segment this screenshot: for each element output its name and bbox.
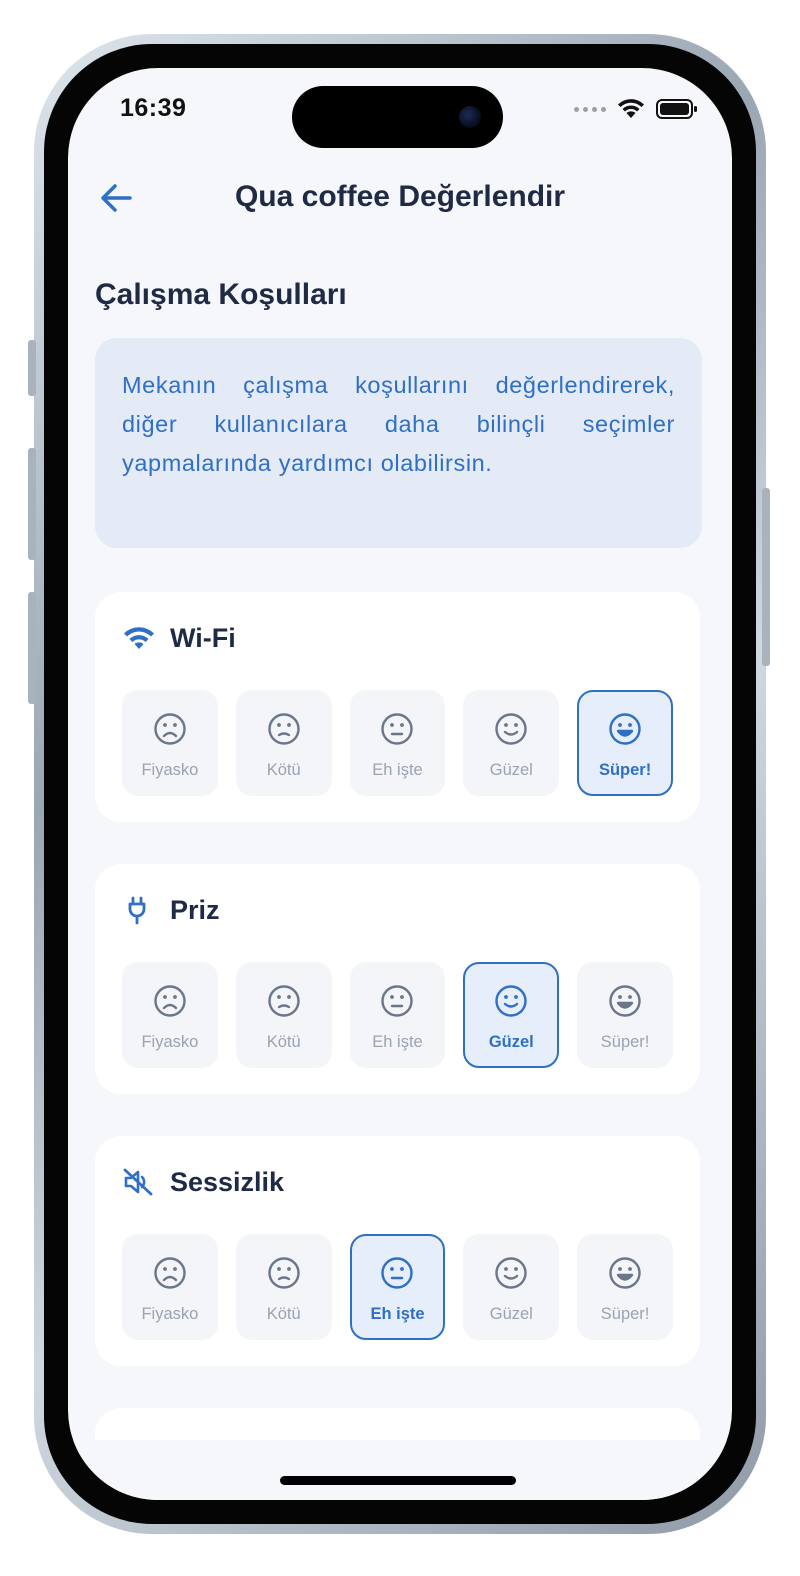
grin-face-icon <box>608 712 642 751</box>
volume-down-button <box>28 592 36 704</box>
grin-face-icon <box>608 1256 642 1295</box>
rating-option-label: Kötü <box>266 761 301 779</box>
rating-option-label: Süper! <box>598 761 652 779</box>
page-title: Qua coffee Değerlendir <box>234 180 566 213</box>
battery-icon <box>656 99 697 119</box>
rating-option-1[interactable]: Kötü <box>235 962 332 1068</box>
rating-option-0[interactable]: Fiyasko <box>122 690 218 796</box>
rating-option-label: Güzel <box>489 1305 533 1323</box>
card-title: Sessizlik <box>170 1166 285 1197</box>
frown-face-icon <box>267 984 301 1023</box>
rating-option-label: Fiyasko <box>141 1305 199 1323</box>
rating-option-2[interactable]: Eh işte <box>349 1234 446 1340</box>
neutral-face-icon <box>380 1256 414 1295</box>
rating-option-label: Fiyasko <box>141 761 199 779</box>
card-header: Wi-Fi <box>122 622 673 654</box>
dynamic-island <box>292 86 503 148</box>
rating-options: Fiyasko Kötü Eh işte Güzel Süper! <box>122 690 673 796</box>
sad-face-icon <box>153 712 187 751</box>
rating-option-3[interactable]: Güzel <box>463 690 560 796</box>
signal-dots-icon <box>574 106 606 112</box>
rating-content: Çalışma Koşulları Mekanın çalışma koşull… <box>95 278 702 1500</box>
rating-option-2[interactable]: Eh işte <box>349 690 446 796</box>
rating-option-label: Eh işte <box>372 1033 423 1051</box>
rating-option-label: Eh işte <box>370 1305 425 1323</box>
plug-icon <box>122 894 158 926</box>
rating-option-label: Güzel <box>489 761 533 779</box>
status-icons <box>574 98 698 120</box>
rating-option-2[interactable]: Eh işte <box>349 962 446 1068</box>
mute-icon <box>122 1166 158 1198</box>
volume-up-button <box>28 448 36 560</box>
rating-option-label: Eh işte <box>372 761 423 779</box>
section-title: Çalışma Koşulları <box>95 278 347 311</box>
smile-face-icon <box>494 712 528 751</box>
neutral-face-icon <box>380 712 414 751</box>
camera-icon <box>459 106 481 128</box>
wifi-icon <box>122 622 158 654</box>
rating-option-0[interactable]: Fiyasko <box>122 1234 218 1340</box>
action-button <box>28 340 36 396</box>
rating-option-4[interactable]: Süper! <box>577 962 673 1068</box>
rating-card-2: Sessizlik Fiyasko Kötü Eh işte Güzel Süper! <box>95 1136 700 1366</box>
sad-face-icon <box>153 1256 187 1295</box>
rating-option-3[interactable]: Güzel <box>463 962 560 1068</box>
rating-card-0: Wi-Fi Fiyasko Kötü Eh işte Güzel Süper! <box>95 592 700 822</box>
screen: 16:39 Qua coffee Değerlendir Çalışma Koş… <box>68 68 732 1500</box>
home-indicator[interactable] <box>280 1476 516 1485</box>
card-title: Wi-Fi <box>170 622 236 653</box>
power-button <box>762 488 770 666</box>
smile-face-icon <box>494 984 528 1023</box>
rating-option-label: Süper! <box>600 1305 650 1323</box>
rating-options: Fiyasko Kötü Eh işte Güzel Süper! <box>122 1234 673 1340</box>
card-header: Priz <box>122 894 673 926</box>
info-box: Mekanın çalışma koşullarını değerlendire… <box>95 338 702 548</box>
nav-bar: Qua coffee Değerlendir <box>68 168 732 224</box>
grin-face-icon <box>608 984 642 1023</box>
rating-option-label: Kötü <box>266 1305 301 1323</box>
card-title: Priz <box>170 894 220 925</box>
rating-option-4[interactable]: Süper! <box>577 690 673 796</box>
status-time: 16:39 <box>120 94 187 122</box>
rating-option-label: Fiyasko <box>141 1033 199 1051</box>
rating-option-label: Güzel <box>488 1033 534 1051</box>
sad-face-icon <box>153 984 187 1023</box>
wifi-status-icon <box>618 99 644 118</box>
rating-option-label: Kötü <box>266 1033 301 1051</box>
bottom-area <box>68 1440 732 1500</box>
frown-face-icon <box>267 712 301 751</box>
rating-option-label: Süper! <box>600 1033 650 1051</box>
rating-option-4[interactable]: Süper! <box>577 1234 673 1340</box>
frown-face-icon <box>267 1256 301 1295</box>
rating-options: Fiyasko Kötü Eh işte Güzel Süper! <box>122 962 673 1068</box>
smile-face-icon <box>494 1256 528 1295</box>
rating-option-3[interactable]: Güzel <box>463 1234 560 1340</box>
rating-option-0[interactable]: Fiyasko <box>122 962 218 1068</box>
card-header: Sessizlik <box>122 1166 673 1198</box>
rating-option-1[interactable]: Kötü <box>235 1234 332 1340</box>
neutral-face-icon <box>380 984 414 1023</box>
rating-option-1[interactable]: Kötü <box>235 690 332 796</box>
rating-card-1: Priz Fiyasko Kötü Eh işte Güzel Süper! <box>95 864 700 1094</box>
